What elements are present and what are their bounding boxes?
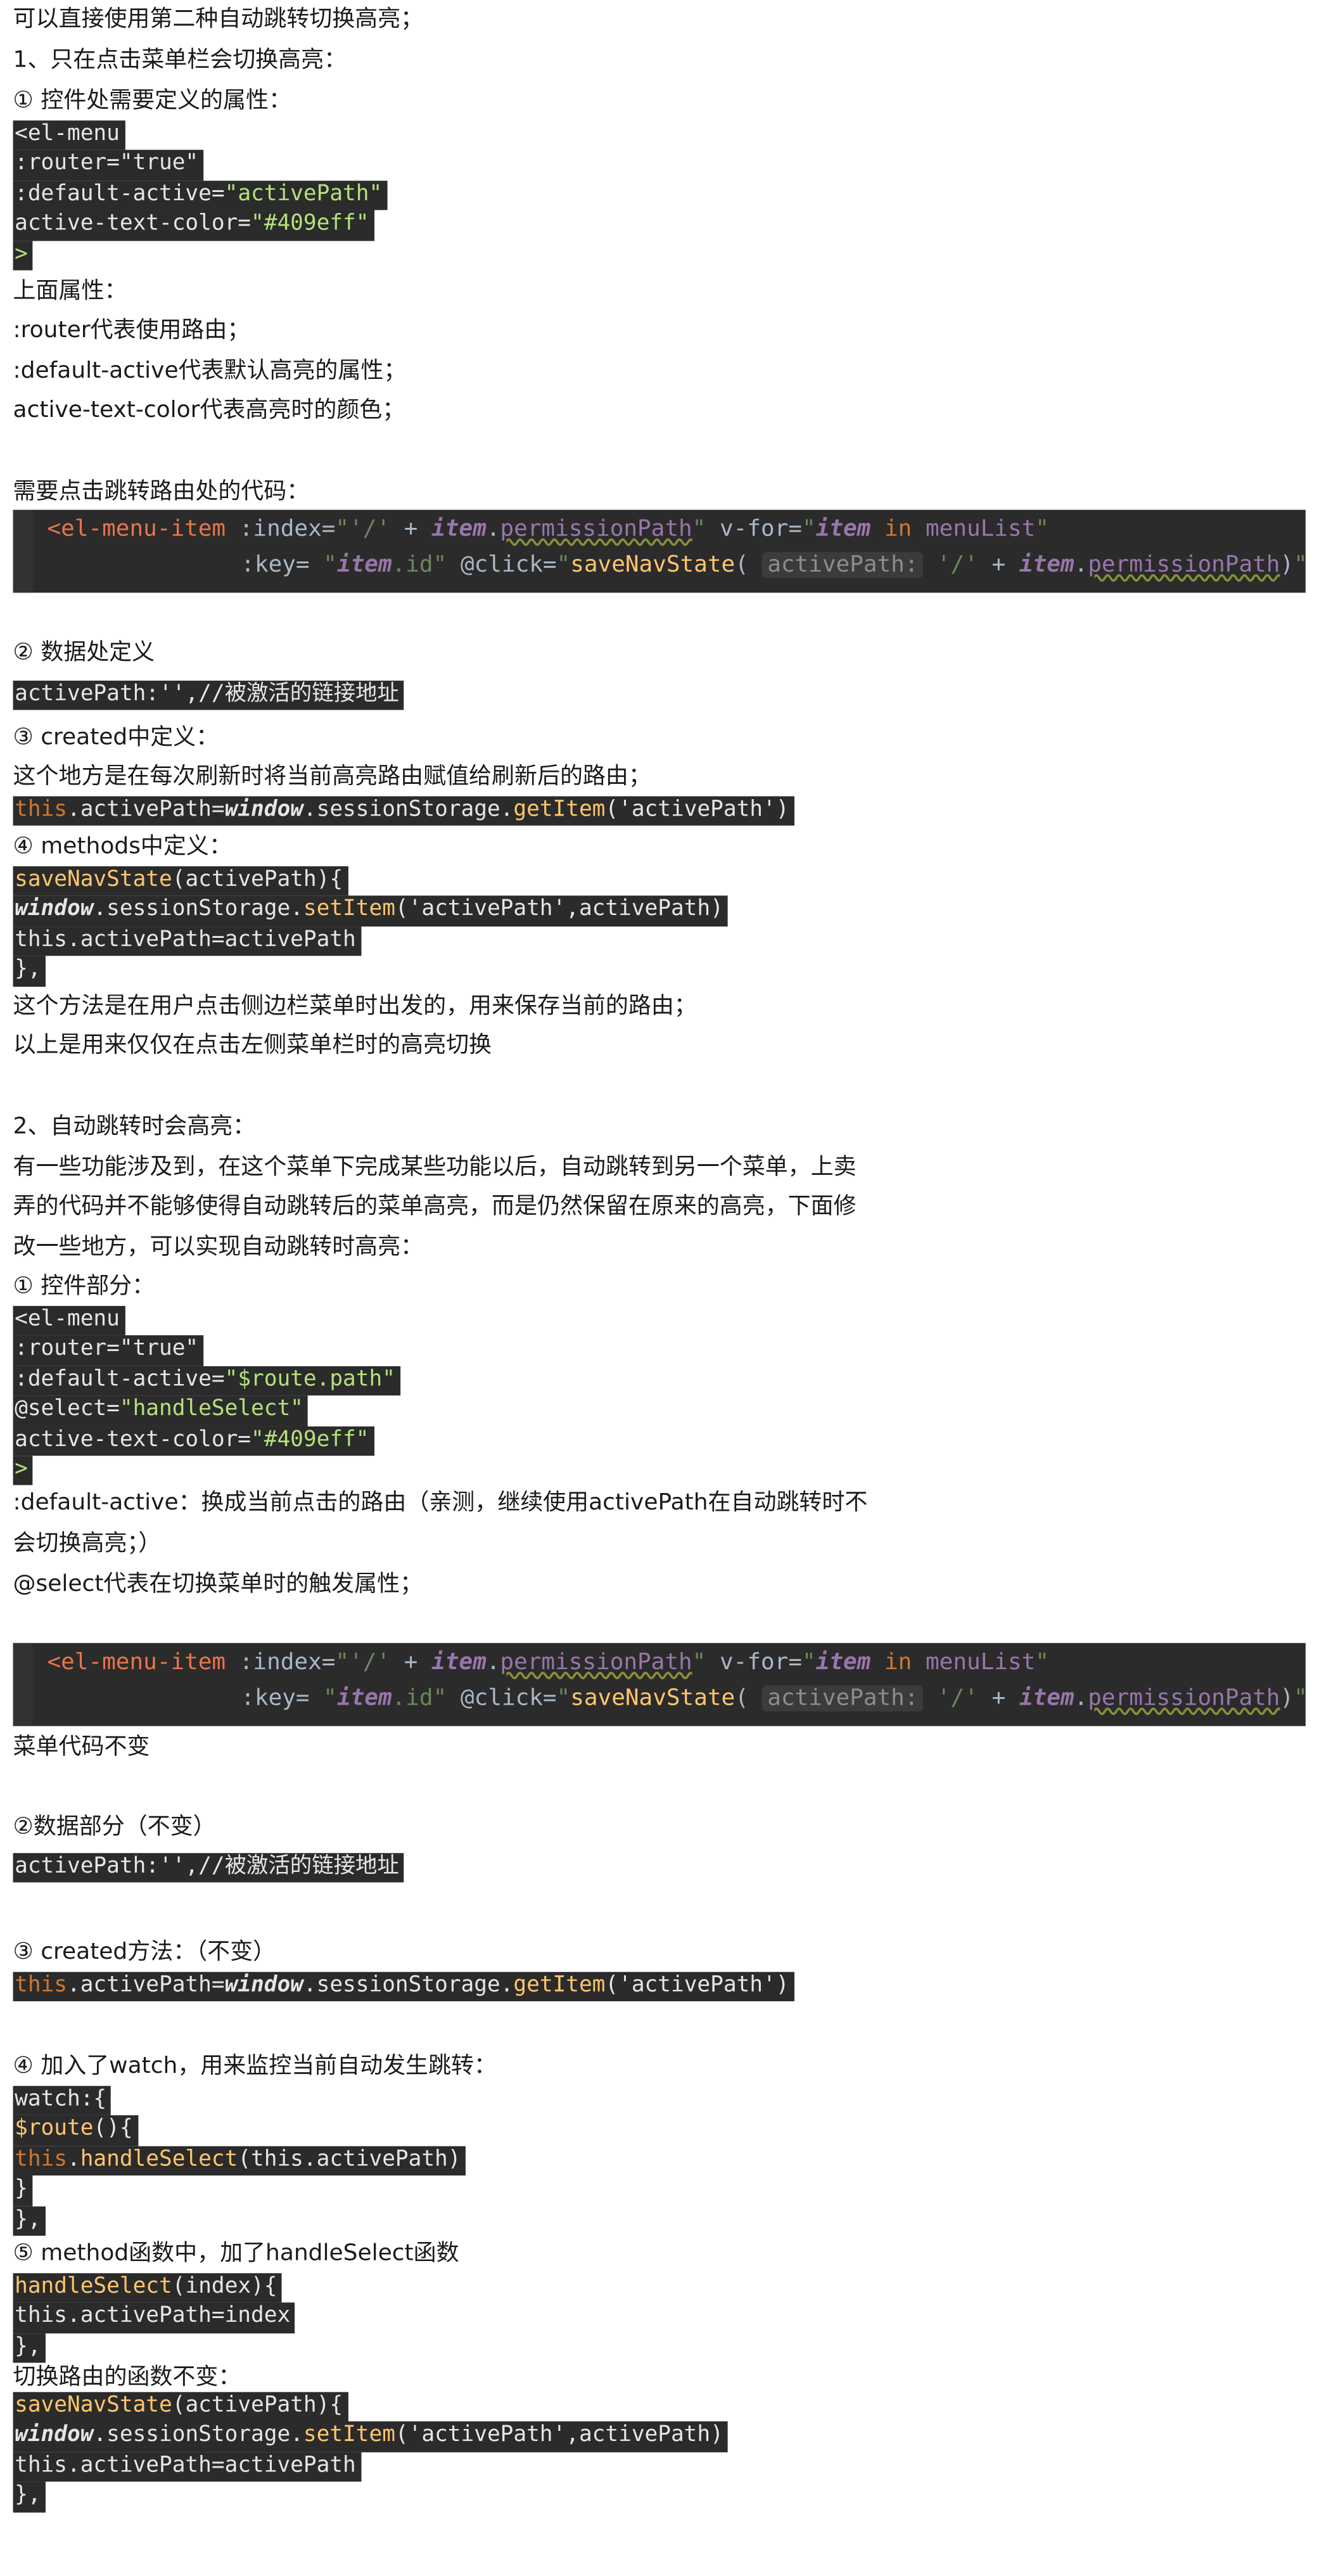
code-line: saveNavState(activePath){: [13, 866, 348, 897]
text-line: 弄的代码并不能够使得自动跳转后的菜单高亮，而是仍然保留在原来的高亮，下面修: [13, 1193, 857, 1220]
text-line: 有一些功能涉及到，在这个菜单下完成某些功能以后，自动跳转到另一个菜单，上卖: [13, 1154, 857, 1181]
code-line: handleSelect(index){: [13, 2273, 283, 2304]
code-line: <el-menu-item :index="'/' + item.permiss…: [47, 516, 1049, 542]
code-line: this.activePath=window.sessionStorage.ge…: [13, 1971, 794, 2002]
code-line: },: [13, 956, 46, 987]
code-block: this.activePath=window.sessionStorage.ge…: [13, 1971, 794, 2002]
editor-gutter: [13, 1643, 33, 1726]
text-line: 上面属性：: [13, 278, 127, 305]
code-line: :key= "item.id" @click="saveNavState( ac…: [241, 1685, 1306, 1712]
code-line: },: [13, 2205, 46, 2236]
text-line: 切换路由的函数不变：: [13, 2364, 241, 2391]
code-line: :router="true": [13, 150, 203, 181]
parameter-hint: activePath:: [762, 1685, 924, 1712]
text-line: 以上是用来仅仅在点击左侧菜单栏时的高亮切换: [13, 1032, 492, 1059]
section-heading-1: 1、只在点击菜单栏会切换高亮：: [13, 47, 347, 74]
code-line: :default-active="$route.path": [13, 1366, 400, 1396]
code-block: watch:{ $route(){ this.handleSelect(this…: [13, 2086, 466, 2236]
code-line: @select="handleSelect": [13, 1395, 309, 1426]
code-block: saveNavState(activePath){ window.session…: [13, 866, 729, 987]
text-line: :router代表使用路由；: [13, 317, 250, 344]
text-line: 需要点击跳转路由处的代码：: [13, 478, 310, 505]
code-block: <el-menu :router="true" :default-active=…: [13, 120, 387, 271]
code-line: :router="true": [13, 1336, 203, 1366]
step-heading: ③ created中定义：: [13, 724, 219, 751]
text-line: 会切换高亮；）: [13, 1530, 162, 1557]
code-line: activePath:'',//被激活的链接地址: [13, 1853, 404, 1883]
code-line: :key= "item.id" @click="saveNavState( ac…: [241, 552, 1306, 579]
ide-code-screenshot: <el-menu-item :index="'/' + item.permiss…: [13, 509, 1306, 593]
code-line: },: [13, 2333, 46, 2364]
code-line: activePath:'',//被激活的链接地址: [13, 681, 404, 711]
code-line: watch:{: [13, 2086, 112, 2116]
text-line: :default-active：换成当前点击的路由（亲测，继续使用activeP…: [13, 1490, 868, 1516]
step-heading: ① 控件处需要定义的属性：: [13, 87, 291, 114]
text-line: 改一些地方，可以实现自动跳转时高亮：: [13, 1234, 424, 1260]
code-line: $route(){: [13, 2115, 138, 2146]
code-line: }: [13, 2176, 33, 2206]
code-block: activePath:'',//被激活的链接地址: [13, 1853, 404, 1883]
code-line: window.sessionStorage.setItem('activePat…: [13, 2422, 729, 2452]
section-heading-2: 2、自动跳转时会高亮：: [13, 1113, 256, 1140]
step-heading: ④ methods中定义：: [13, 833, 232, 860]
code-line: :default-active="activePath": [13, 180, 387, 211]
parameter-hint: activePath:: [762, 552, 924, 579]
code-block: <el-menu :router="true" :default-active=…: [13, 1305, 400, 1486]
step-heading: ②数据部分（不变）: [13, 1814, 216, 1840]
code-block: handleSelect(index){ this.activePath=ind…: [13, 2273, 295, 2364]
code-line: },: [13, 2482, 46, 2512]
code-line: <el-menu-item :index="'/' + item.permiss…: [47, 1650, 1049, 1676]
code-line: active-text-color="#409eff": [13, 1426, 374, 1456]
text-line: :default-active代表默认高亮的属性；: [13, 358, 407, 385]
text-line: active-text-color代表高亮时的颜色；: [13, 397, 405, 424]
code-line: this.activePath=index: [13, 2303, 295, 2333]
code-line: <el-menu: [13, 1305, 125, 1336]
step-heading: ① 控件部分：: [13, 1273, 155, 1300]
code-line: this.handleSelect(this.activePath): [13, 2146, 466, 2176]
code-line: active-text-color="#409eff": [13, 210, 374, 241]
code-block: saveNavState(activePath){ window.session…: [13, 2392, 729, 2512]
editor-gutter: [13, 509, 33, 593]
text-line: 菜单代码不变: [13, 1734, 150, 1760]
text-line: 这个地方是在每次刷新时将当前高亮路由赋值给刷新后的路由；: [13, 764, 651, 790]
code-line: window.sessionStorage.setItem('activePat…: [13, 896, 729, 926]
code-line: this.activePath=activePath: [13, 926, 361, 956]
code-block: this.activePath=window.sessionStorage.ge…: [13, 796, 794, 826]
text-line: 这个方法是在用户点击侧边栏菜单时出发的，用来保存当前的路由；: [13, 993, 697, 1020]
code-line: this.activePath=activePath: [13, 2452, 361, 2482]
step-heading: ④ 加入了watch，用来监控当前自动发生跳转：: [13, 2053, 497, 2080]
code-line: this.activePath=window.sessionStorage.ge…: [13, 796, 794, 826]
code-line: >: [13, 240, 33, 271]
code-line: >: [13, 1456, 33, 1486]
code-line: <el-menu: [13, 120, 125, 151]
text-line: @select代表在切换菜单时的触发属性；: [13, 1571, 423, 1598]
ide-code-screenshot: <el-menu-item :index="'/' + item.permiss…: [13, 1643, 1306, 1726]
code-line: saveNavState(activePath){: [13, 2392, 348, 2423]
step-heading: ⑤ method函数中，加了handleSelect函数: [13, 2240, 459, 2267]
step-heading: ② 数据处定义: [13, 639, 155, 666]
text-line: 可以直接使用第二种自动跳转切换高亮；: [13, 6, 424, 33]
step-heading: ③ created方法：（不变）: [13, 1939, 276, 1966]
code-block: activePath:'',//被激活的链接地址: [13, 681, 404, 711]
